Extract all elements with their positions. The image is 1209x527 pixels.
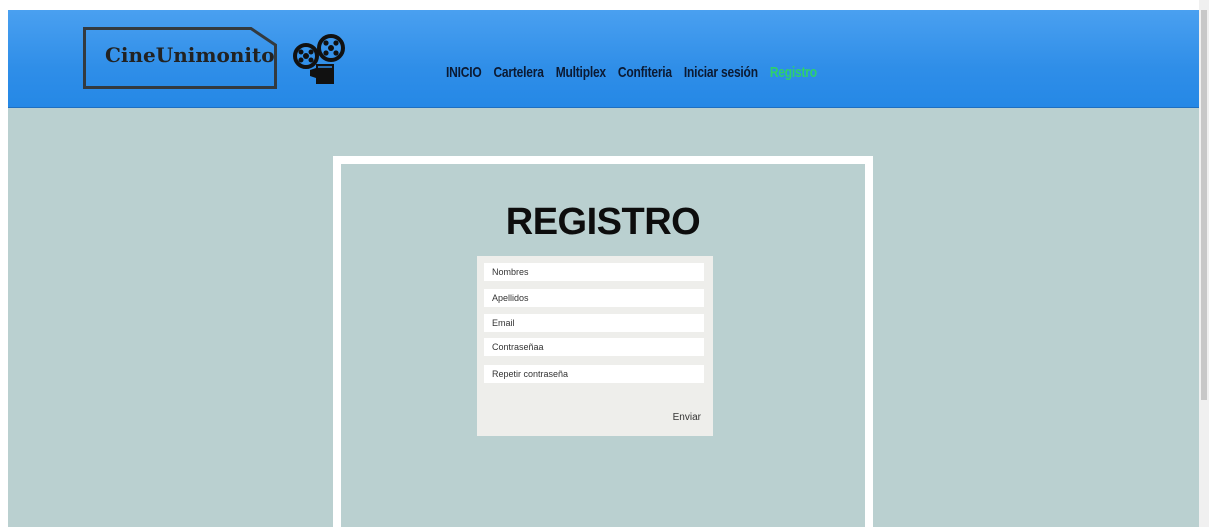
nav-confiteria[interactable]: Confiteria [618,63,672,81]
enviar-button[interactable]: Enviar [673,412,701,423]
film-projector-icon [293,34,345,84]
header: CineUnimonito INICIO Cartelera Multiplex… [8,10,1199,108]
nav-registro[interactable]: Registro [770,63,817,81]
page-title: REGISTRO [505,201,701,243]
logo-text[interactable]: CineUnimonito [105,43,275,67]
registration-form: Enviar [477,256,713,436]
nombres-field[interactable] [484,263,704,281]
nav-multiplex[interactable]: Multiplex [556,63,606,81]
repeat-password-field[interactable] [484,365,704,383]
email-field[interactable] [484,314,704,332]
nav-cartelera[interactable]: Cartelera [493,63,543,81]
password-field[interactable] [484,338,704,356]
main-nav: INICIO Cartelera Multiplex Confiteria In… [446,63,817,81]
nav-iniciar-sesion[interactable]: Iniciar sesión [684,63,758,81]
left-margin [0,0,8,527]
nav-inicio[interactable]: INICIO [446,63,482,81]
apellidos-field[interactable] [484,289,704,307]
scrollbar-thumb[interactable] [1201,10,1207,400]
page: CineUnimonito INICIO Cartelera Multiplex… [8,10,1199,527]
registration-panel: REGISTRO Enviar [333,156,873,527]
